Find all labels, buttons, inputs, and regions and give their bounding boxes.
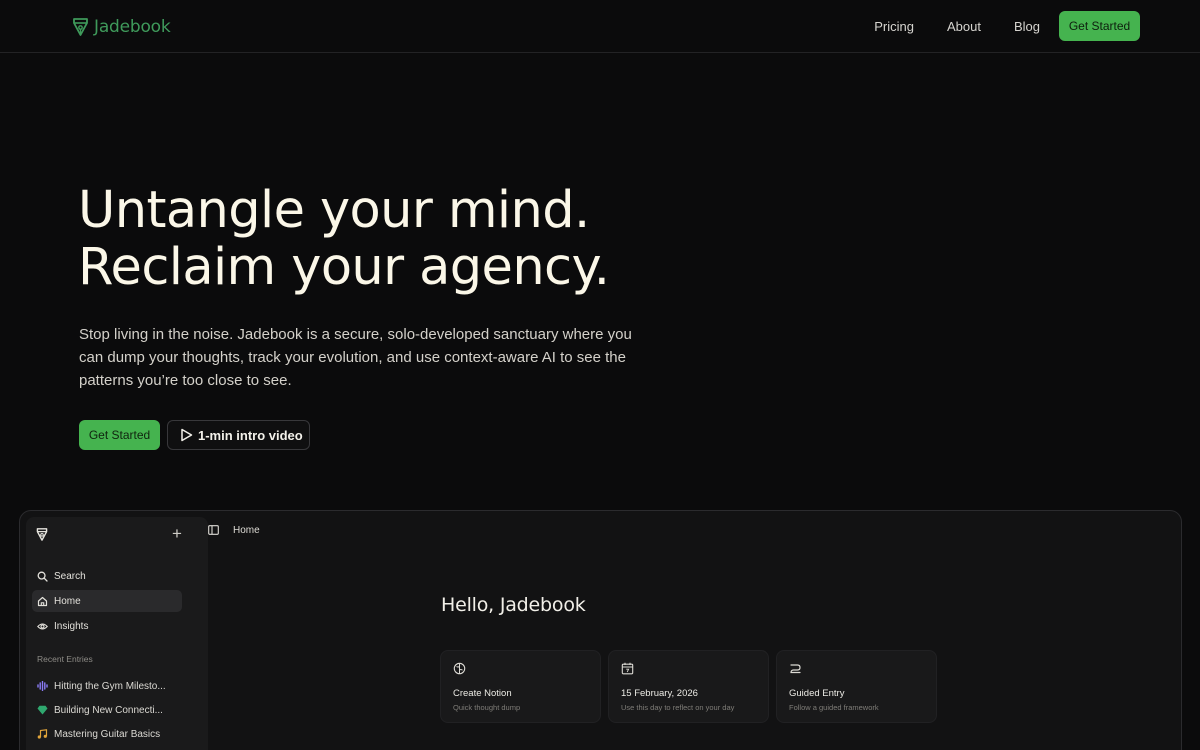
card-subtitle: Follow a guided framework — [789, 703, 879, 712]
intro-video-label: 1-min intro video — [198, 427, 303, 443]
get-started-button-nav[interactable]: Get Started — [1059, 11, 1140, 41]
sidebar-item-search[interactable]: Search — [32, 565, 182, 587]
eye-icon — [37, 622, 48, 630]
hero-title-line-1: Untangle your mind. — [78, 181, 590, 240]
play-icon — [181, 428, 193, 442]
card-title: Create Notion — [453, 688, 512, 699]
pen-nib-logo-icon — [73, 18, 88, 36]
music-note-icon — [37, 729, 48, 739]
sidebar-item-label: Home — [54, 595, 81, 607]
nav-link-pricing[interactable]: Pricing — [874, 19, 914, 34]
intro-video-button[interactable]: 1-min intro video — [167, 420, 310, 450]
get-started-button-hero[interactable]: Get Started — [79, 420, 160, 450]
card-subtitle: Use this day to reflect on your day — [621, 703, 735, 712]
nav-link-blog[interactable]: Blog — [1014, 19, 1040, 34]
sidebar-item-insights[interactable]: Insights — [32, 615, 182, 637]
greeting-title: Hello, Jadebook — [441, 594, 586, 616]
card-subtitle: Quick thought dump — [453, 703, 521, 712]
pen-nib-logo-icon — [36, 528, 48, 541]
nav-link-about[interactable]: About — [947, 19, 981, 34]
recent-entry-label: Hitting the Gym Milesto... — [54, 680, 166, 692]
card-title: 15 February, 2026 — [621, 688, 698, 699]
brand-name: Jadebook — [94, 17, 171, 37]
search-icon — [37, 571, 48, 582]
recent-entry-item[interactable]: Building New Connecti... — [32, 700, 182, 720]
nav-links: Pricing About Blog Get Started — [874, 11, 1140, 41]
hero-subtitle: Stop living in the noise. Jadebook is a … — [79, 326, 632, 389]
app-preview: + Search Home Insights Recent Entries Hi… — [19, 510, 1182, 750]
sidebar-item-home[interactable]: Home — [32, 590, 182, 612]
preview-topbar: Home — [208, 523, 260, 537]
guided-entry-card[interactable]: Guided Entry Follow a guided framework — [776, 650, 937, 723]
breadcrumb: Home — [233, 524, 260, 536]
recent-entries-heading: Recent Entries — [37, 654, 93, 664]
top-navigation: Jadebook Pricing About Blog Get Started — [0, 0, 1200, 53]
recent-entry-label: Building New Connecti... — [54, 704, 163, 716]
create-notion-card[interactable]: Create Notion Quick thought dump — [440, 650, 601, 723]
gem-icon — [37, 705, 48, 715]
sidebar-toggle-icon[interactable] — [208, 525, 219, 535]
hero-title-line-2: Reclaim your agency. — [78, 238, 610, 297]
brand-logo-link[interactable]: Jadebook — [72, 14, 171, 40]
preview-sidebar: + Search Home Insights Recent Entries Hi… — [26, 517, 208, 750]
daily-reflection-card[interactable]: 15 February, 2026 Use this day to reflec… — [608, 650, 769, 723]
brain-icon — [453, 662, 466, 675]
recent-entry-label: Mastering Guitar Basics — [54, 728, 161, 740]
recent-entry-item[interactable]: Mastering Guitar Basics — [32, 724, 182, 744]
hero-title: Untangle your mind. Reclaim your agency. — [78, 182, 718, 296]
calendar-icon — [621, 662, 634, 675]
recent-entry-item[interactable]: Hitting the Gym Milesto... — [32, 676, 182, 696]
card-title: Guided Entry — [789, 688, 845, 699]
home-icon — [37, 596, 48, 606]
sidebar-item-label: Insights — [54, 620, 89, 632]
sidebar-item-label: Search — [54, 570, 86, 582]
new-entry-plus-icon[interactable]: + — [169, 525, 185, 543]
route-icon — [790, 664, 801, 674]
audio-wave-icon — [37, 681, 48, 691]
